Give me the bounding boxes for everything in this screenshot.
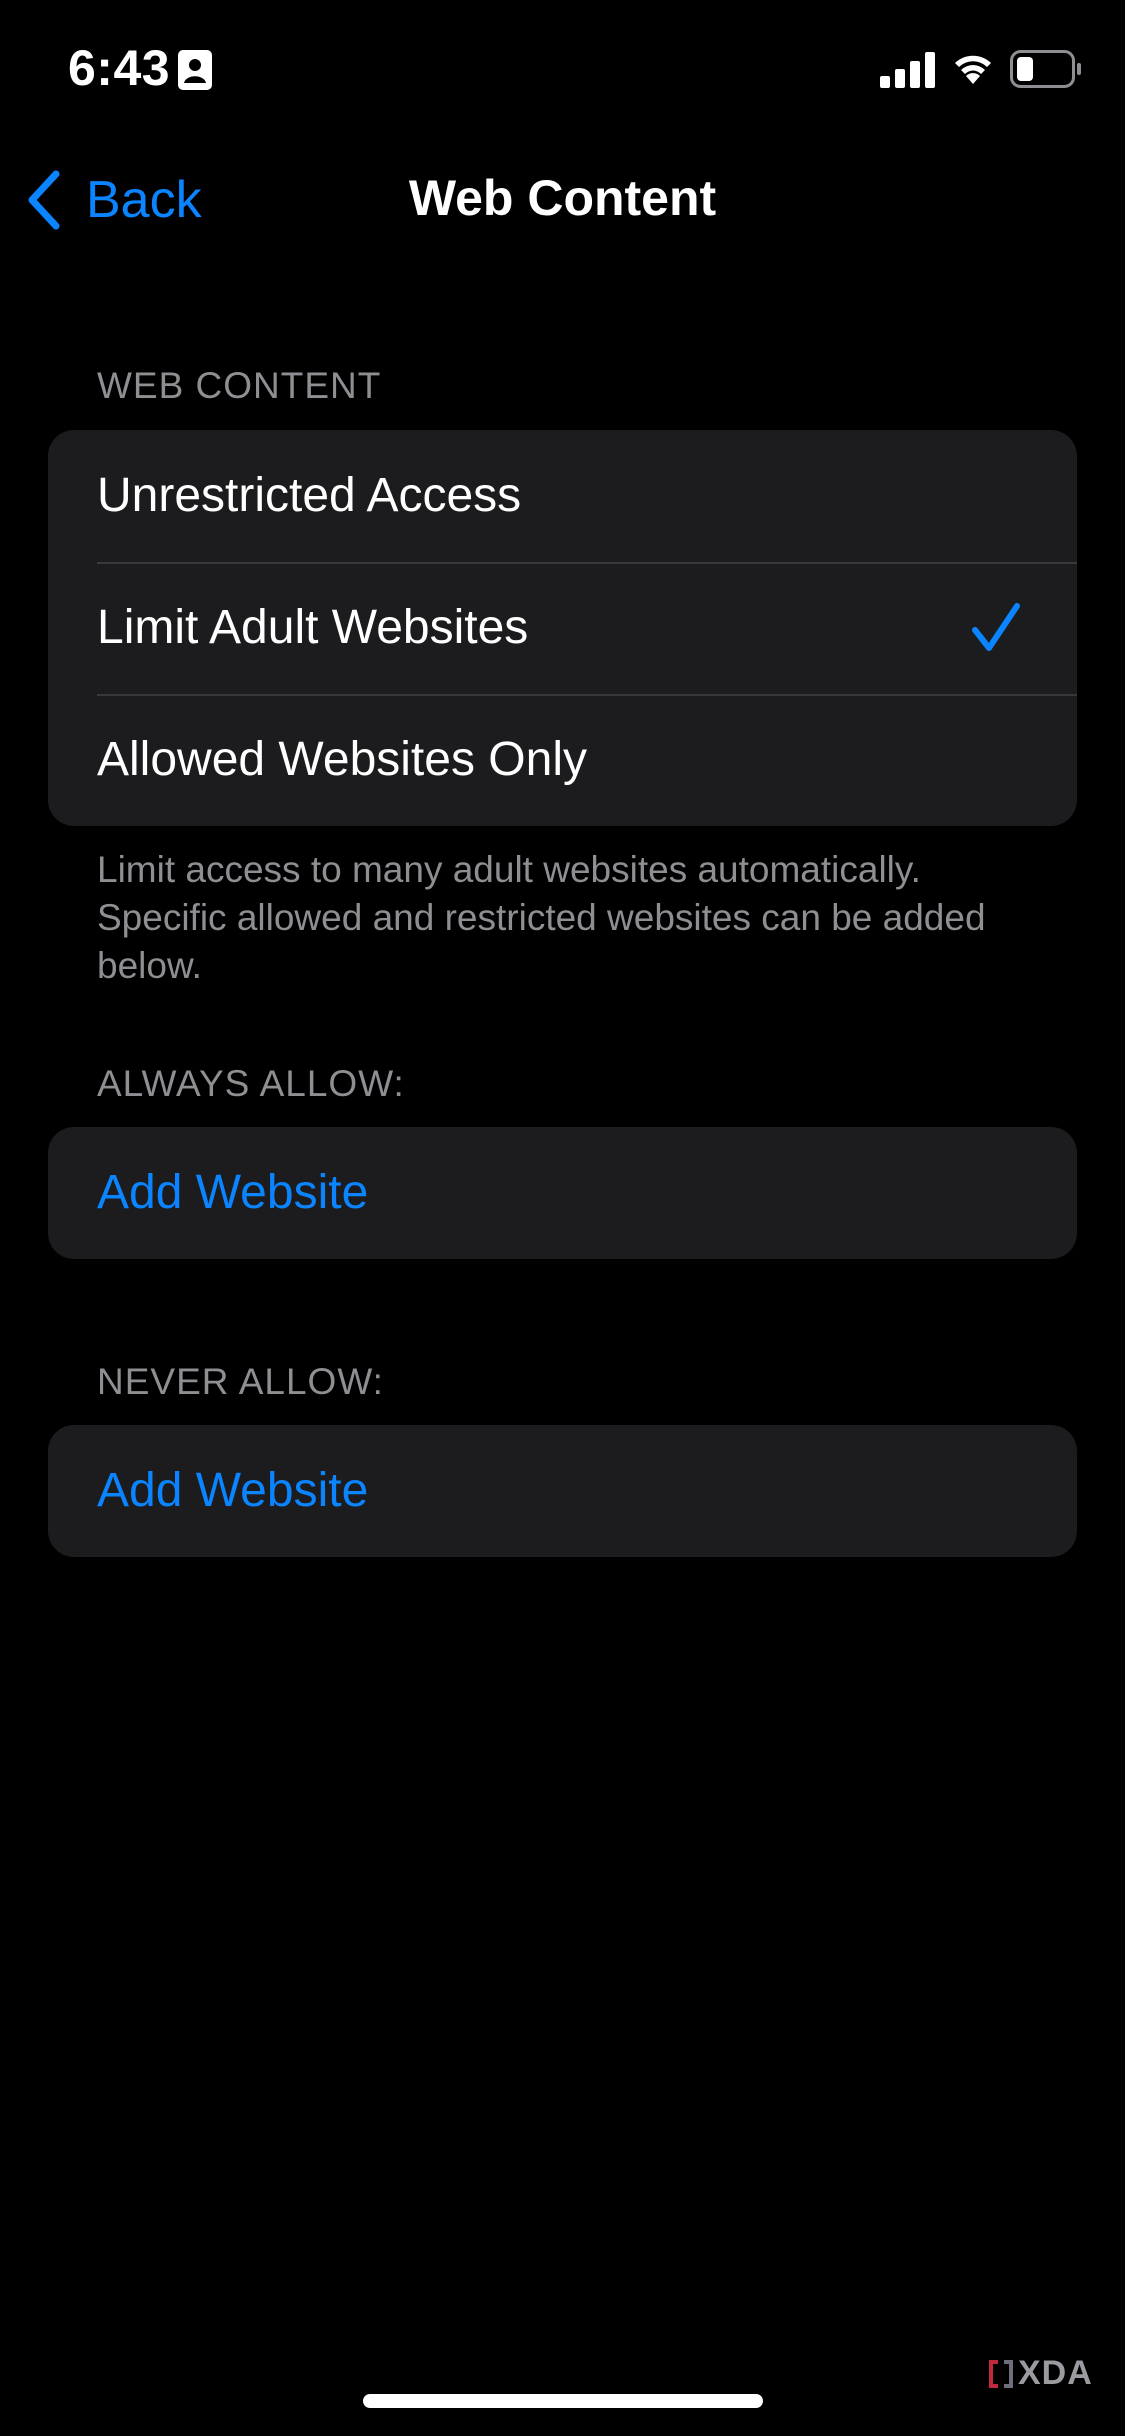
add-website-label: Add Website [97,1464,369,1517]
chevron-left-icon [28,170,60,230]
never-allow-add-website-button[interactable]: Add Website [48,1425,1077,1557]
option-label: Unrestricted Access [97,469,522,522]
checkmark-icon [972,603,1020,651]
option-limit-adult-websites[interactable]: Limit Adult Websites [48,562,1077,694]
wifi-icon [950,48,996,88]
add-website-label: Add Website [97,1166,369,1219]
battery-icon [1010,50,1082,88]
watermark-text: XDA [1018,2354,1093,2392]
option-label: Limit Adult Websites [97,601,529,654]
contact-card-icon [178,50,212,90]
back-button-label: Back [86,171,202,229]
option-unrestricted-access[interactable]: Unrestricted Access [48,430,1077,562]
always-allow-add-website-button[interactable]: Add Website [48,1127,1077,1259]
web-content-options-group: Unrestricted Access Limit Adult Websites… [48,430,1077,826]
web-content-footer-note: Limit access to many adult websites auto… [97,849,986,986]
never-allow-group: Add Website [48,1425,1077,1557]
cellular-signal-icon [880,52,936,88]
xda-logo-icon [989,2359,1013,2388]
option-allowed-websites-only[interactable]: Allowed Websites Only [48,694,1077,826]
section-header-web-content: WEB CONTENT [97,365,382,406]
section-header-always-allow: ALWAYS ALLOW: [97,1063,405,1104]
back-button[interactable]: Back [24,160,202,240]
section-header-never-allow: NEVER ALLOW: [97,1361,384,1402]
option-label: Allowed Websites Only [97,733,587,786]
status-time: 6:43 [68,40,171,96]
always-allow-group: Add Website [48,1127,1077,1259]
home-indicator[interactable] [363,2394,763,2408]
xda-watermark: XDA [988,2354,1093,2393]
